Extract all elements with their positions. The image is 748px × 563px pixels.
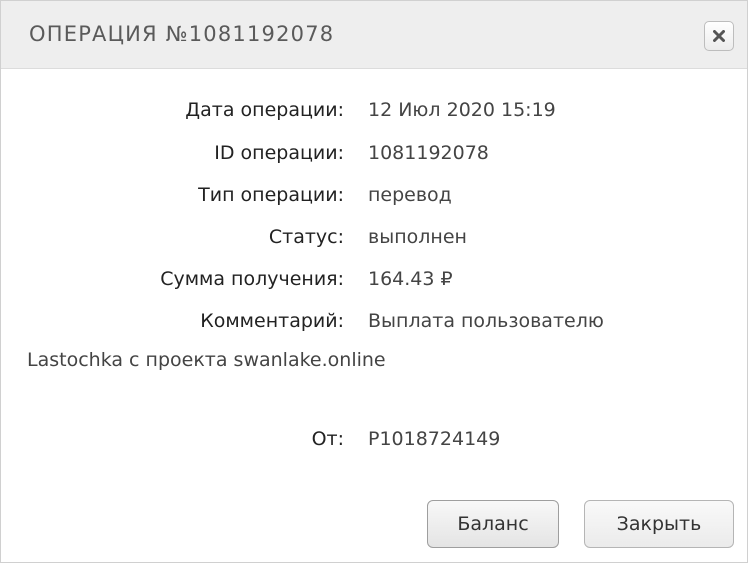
type-value: перевод <box>368 184 452 206</box>
date-row: Дата операции: 12 Июл 2020 15:19 <box>1 99 747 129</box>
from-row: От: P1018724149 <box>1 428 747 458</box>
close-x-icon <box>713 30 725 42</box>
dialog-header: ОПЕРАЦИЯ №1081192078 <box>1 1 747 69</box>
date-value: 12 Июл 2020 15:19 <box>368 99 556 121</box>
comment-value-continued: Lastochka с проекта swanlake.online <box>27 349 386 371</box>
close-button[interactable]: Закрыть <box>584 500 734 548</box>
status-row: Статус: выполнен <box>1 226 747 256</box>
comment-row: Комментарий: Выплата пользователю <box>1 310 747 340</box>
comment-label: Комментарий: <box>200 310 344 332</box>
amount-label: Сумма получения: <box>160 268 344 290</box>
id-row: ID операции: 1081192078 <box>1 142 747 172</box>
balance-button[interactable]: Баланс <box>427 500 559 548</box>
amount-value: 164.43 ₽ <box>368 268 453 290</box>
operation-dialog: ОПЕРАЦИЯ №1081192078 Дата операции: 12 И… <box>0 0 748 563</box>
type-row: Тип операции: перевод <box>1 184 747 214</box>
date-label: Дата операции: <box>185 99 344 121</box>
id-label: ID операции: <box>214 142 344 164</box>
comment-value: Выплата пользователю <box>368 310 604 332</box>
id-value: 1081192078 <box>368 142 489 164</box>
from-value: P1018724149 <box>368 428 501 450</box>
status-value: выполнен <box>368 226 467 248</box>
type-label: Тип операции: <box>198 184 344 206</box>
amount-row: Сумма получения: 164.43 ₽ <box>1 268 747 298</box>
dialog-title: ОПЕРАЦИЯ №1081192078 <box>29 22 335 46</box>
status-label: Статус: <box>268 226 344 248</box>
close-x-button[interactable] <box>704 21 734 51</box>
from-label: От: <box>311 428 344 450</box>
